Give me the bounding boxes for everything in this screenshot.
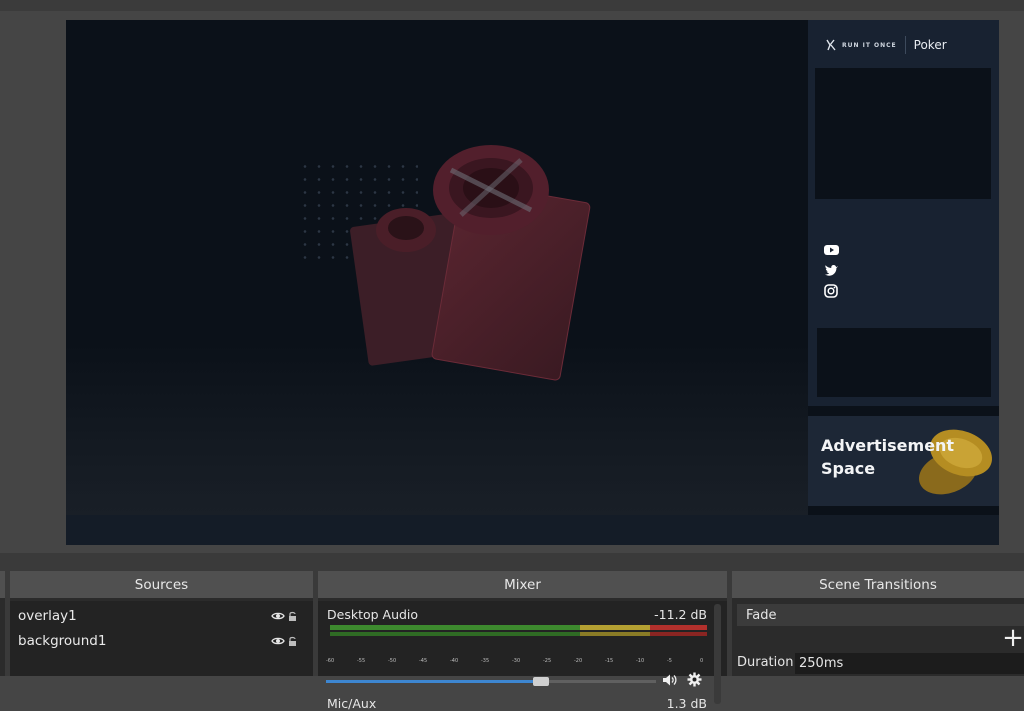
audio-meter-top — [330, 625, 707, 630]
plus-icon[interactable]: + — [1002, 625, 1024, 651]
sources-list: overlay1 background1 — [10, 601, 313, 676]
mixer-channel-name: Desktop Audio — [327, 607, 419, 622]
scale-tick: 0 — [700, 658, 704, 664]
scale-tick: -50 — [388, 658, 397, 664]
brand-header: RUN IT ONCE Poker — [826, 36, 947, 54]
meter-red-segment — [650, 625, 707, 630]
social-links — [824, 244, 840, 306]
scale-tick: -40 — [450, 658, 459, 664]
scale-tick: -20 — [574, 658, 583, 664]
source-label: background1 — [18, 633, 107, 649]
eye-icon[interactable] — [271, 636, 285, 646]
preview-bottom-strip — [66, 515, 999, 545]
brand-divider — [904, 36, 906, 54]
scale-tick: -55 — [357, 658, 366, 664]
meter-yellow-segment — [580, 625, 650, 630]
scale-tick: -10 — [636, 658, 645, 664]
duration-input[interactable]: 250ms — [795, 653, 1024, 674]
speaker-icon[interactable] — [662, 673, 678, 687]
overlay-side-panel: RUN IT ONCE Poker — [808, 20, 999, 406]
mixer-dock-title: Mixer — [318, 571, 727, 598]
meter-green-segment — [330, 625, 580, 630]
advertisement-label: Advertisement Space — [821, 436, 955, 478]
brand-product: Poker — [913, 38, 947, 52]
volume-slider-handle[interactable] — [532, 677, 549, 686]
scale-tick: -25 — [543, 658, 552, 664]
mixer-dock: Mixer Desktop Audio -11.2 dB -60 -55 -50… — [318, 571, 727, 711]
youtube-icon — [824, 245, 839, 255]
scale-tick: -45 — [419, 658, 428, 664]
preview-canvas[interactable]: RUN IT ONCE Poker Advertisement Space — [66, 20, 999, 545]
top-toolbar-strip — [0, 0, 1024, 11]
audio-meter-bottom — [330, 632, 707, 636]
meter-yellow-segment — [580, 632, 650, 636]
gear-icon[interactable] — [687, 672, 702, 687]
webcam-placeholder — [815, 68, 991, 199]
mixer-scrollbar[interactable] — [714, 604, 721, 704]
meter-red-segment — [650, 632, 707, 636]
mixer-channel-level: 1.3 dB — [666, 696, 707, 711]
scenes-dock-header — [0, 571, 5, 598]
scene-transitions-dock-title: Scene Transitions — [732, 571, 1024, 598]
scale-tick: -30 — [512, 658, 521, 664]
transition-select[interactable]: Fade — [737, 604, 1024, 626]
scale-tick: -5 — [667, 658, 672, 664]
scale-tick: -35 — [481, 658, 490, 664]
scale-tick: -15 — [605, 658, 614, 664]
volume-fill — [326, 680, 541, 683]
brand-name: RUN IT ONCE — [842, 41, 897, 49]
eye-icon[interactable] — [271, 611, 285, 621]
scale-tick: -60 — [326, 658, 335, 664]
mixer-body: Desktop Audio -11.2 dB -60 -55 -50 -45 -… — [318, 601, 727, 711]
source-item-overlay1[interactable]: overlay1 — [18, 605, 305, 627]
lock-icon[interactable] — [288, 636, 297, 647]
volume-slider[interactable] — [326, 677, 656, 686]
run-it-once-logo-icon — [826, 39, 836, 51]
sources-dock: Sources overlay1 background1 — [10, 571, 313, 676]
mixer-channel-name: Mic/Aux — [327, 696, 377, 711]
lock-icon[interactable] — [288, 611, 297, 622]
source-label: overlay1 — [18, 608, 77, 624]
sources-dock-title: Sources — [10, 571, 313, 598]
meter-scale: -60 -55 -50 -45 -40 -35 -30 -25 -20 -15 … — [326, 658, 712, 668]
twitter-icon — [825, 265, 838, 276]
duration-label: Duration — [737, 655, 794, 670]
source-item-background1[interactable]: background1 — [18, 630, 305, 652]
advertisement-box: Advertisement Space — [808, 416, 999, 506]
poker-chips-cards-art — [350, 145, 591, 381]
chat-placeholder — [817, 328, 991, 397]
instagram-icon — [824, 284, 838, 298]
scenes-dock-edge — [0, 571, 5, 676]
meter-green-segment — [330, 632, 580, 636]
scene-transitions-dock: Scene Transitions Fade + Duration 250ms — [732, 571, 1024, 676]
mixer-channel-level: -11.2 dB — [654, 607, 707, 622]
